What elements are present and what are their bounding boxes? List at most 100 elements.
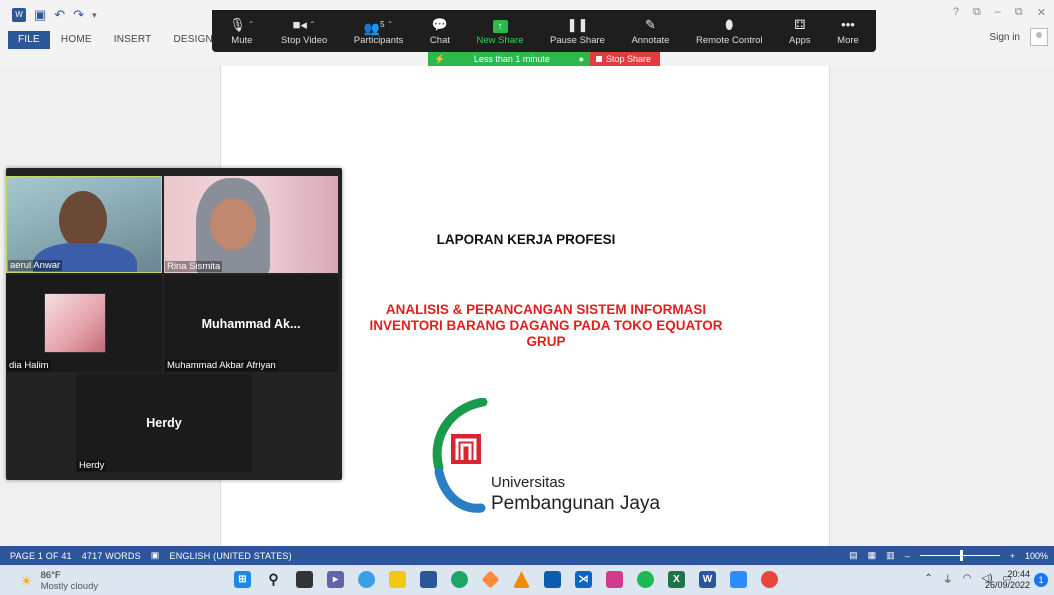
search-icon[interactable]: ⚲	[265, 571, 282, 588]
help-icon[interactable]: ?	[953, 6, 959, 19]
zoom-level[interactable]: 100%	[1025, 551, 1048, 561]
participant-video	[59, 191, 107, 249]
chat-button[interactable]: 💬 Chat	[417, 10, 464, 52]
more-dots-icon: •••	[841, 17, 855, 32]
participant-profile-photo	[44, 293, 106, 353]
window-controls: ? ⧉ – ⧉ ✕	[953, 6, 1046, 19]
redo-icon[interactable]: ↷	[73, 8, 84, 22]
word-logo-icon: W	[12, 8, 26, 22]
participants-button[interactable]: 👥5 ⌃ Participants	[341, 10, 417, 52]
excel-icon[interactable]: X	[668, 571, 685, 588]
notification-badge[interactable]: 1	[1034, 573, 1048, 587]
weather-icon: ☀	[20, 572, 33, 589]
weather-condition: Mostly cloudy	[40, 581, 99, 592]
restore-icon[interactable]: ⧉	[1015, 6, 1023, 19]
participant-name: Herdy	[77, 460, 107, 471]
microphone-icon: 🎙 ⌃	[229, 17, 255, 32]
file-explorer-icon[interactable]	[389, 571, 406, 588]
share-status-bar: ⚡ Less than 1 minute ● Stop Share	[428, 52, 660, 66]
print-layout-icon[interactable]: ▦	[868, 550, 877, 561]
chevron-up-icon[interactable]: ⌃	[924, 573, 932, 584]
system-clock[interactable]: 20:44 26/09/2022	[985, 569, 1030, 591]
word-icon[interactable]: W	[699, 571, 716, 588]
participants-icon: 👥5 ⌃	[363, 20, 394, 36]
task-view-icon[interactable]	[296, 571, 313, 588]
store-icon[interactable]	[420, 571, 437, 588]
video-camera-icon: ■◂ ⌃	[292, 17, 316, 32]
pause-share-button[interactable]: ❚❚ Pause Share	[537, 10, 618, 52]
participant-name: Rina Sismita	[165, 261, 223, 272]
university-name-line2: Pembangunan Jaya	[491, 493, 661, 514]
apps-button[interactable]: ⚃ Apps	[776, 10, 824, 52]
participant-tile[interactable]: Rina Sismita	[164, 176, 338, 273]
weather-widget[interactable]: ☀ 86°F Mostly cloudy	[20, 570, 98, 592]
signal-icon: ⚡	[434, 53, 446, 64]
chat-icon: 💬	[431, 17, 449, 32]
participant-display-name: Herdy	[146, 416, 182, 430]
vscode-icon[interactable]: ⋊	[575, 571, 592, 588]
mute-button[interactable]: 🎙 ⌃ Mute	[216, 10, 268, 52]
page-count[interactable]: PAGE 1 OF 41	[10, 551, 72, 561]
zoom-meeting-toolbar: 🎙 ⌃ Mute ■◂ ⌃ Stop Video 👥5 ⌃ Participants …	[212, 10, 876, 52]
tab-home[interactable]: HOME	[50, 31, 103, 49]
stop-icon	[596, 56, 602, 62]
chrome-icon[interactable]	[761, 571, 778, 588]
mail-icon[interactable]	[544, 571, 561, 588]
zoom-slider[interactable]	[919, 550, 1000, 561]
participant-name: dia Halim	[7, 360, 51, 371]
word-count[interactable]: 4717 WORDS	[82, 551, 141, 561]
zoom-icon[interactable]	[730, 571, 747, 588]
teams-chat-icon[interactable]: ▸	[327, 571, 344, 588]
app-icon-diamond[interactable]	[481, 570, 500, 589]
spotify-icon[interactable]	[637, 571, 654, 588]
participant-tile[interactable]: aerul Anwar	[6, 176, 162, 273]
stop-video-button[interactable]: ■◂ ⌃ Stop Video	[268, 10, 341, 52]
tab-file[interactable]: FILE	[8, 31, 50, 49]
participant-name: aerul Anwar	[8, 260, 63, 271]
close-icon[interactable]: ✕	[1037, 6, 1046, 19]
word-status-bar: PAGE 1 OF 41 4717 WORDS ▣ ENGLISH (UNITE…	[0, 546, 1054, 565]
participant-tile[interactable]: dia Halim	[6, 275, 162, 372]
more-button[interactable]: ••• More	[824, 10, 872, 52]
video-gallery[interactable]: aerul Anwar Rina Sismita dia Halim Muham…	[6, 168, 342, 480]
widgets-icon[interactable]	[358, 571, 375, 588]
read-mode-icon[interactable]: ▤	[849, 550, 858, 561]
wifi-icon[interactable]: ◠	[963, 573, 972, 584]
ribbon-tabs: FILE HOME INSERT DESIGN	[8, 31, 224, 49]
participant-tile[interactable]: Muhammad Ak... Muhammad Akbar Afriyan	[164, 275, 338, 372]
quick-access-toolbar: W ▣ ↶ ↷ ▾	[12, 8, 97, 22]
save-icon[interactable]: ▣	[34, 8, 46, 22]
language-indicator[interactable]: ENGLISH (UNITED STATES)	[170, 551, 292, 561]
taskbar-apps: ⊞ ⚲ ▸ ⋊ X W	[234, 570, 778, 589]
ribbon-display-icon[interactable]: ⧉	[973, 6, 981, 19]
annotate-button[interactable]: ✎ Annotate	[618, 10, 683, 52]
app-icon-pink[interactable]	[606, 571, 623, 588]
stop-share-button[interactable]: Stop Share	[590, 52, 660, 66]
apps-icon: ⚃	[794, 17, 806, 32]
pause-icon: ❚❚	[566, 17, 589, 32]
share-duration: ⚡ Less than 1 minute ●	[428, 52, 590, 66]
minimize-icon[interactable]: –	[995, 6, 1001, 19]
customize-qat-icon[interactable]: ▾	[92, 8, 97, 22]
sign-in-link[interactable]: Sign in	[989, 32, 1020, 43]
user-avatar-icon[interactable]	[1030, 28, 1048, 46]
proofing-icon[interactable]: ▣	[151, 550, 160, 561]
zoom-in-icon[interactable]: +	[1010, 551, 1015, 561]
windows-taskbar: ☀ 86°F Mostly cloudy ⊞ ⚲ ▸ ⋊ X W ⌃ ⏚ ◠ ◁…	[0, 565, 1054, 595]
undo-icon[interactable]: ↶	[54, 8, 65, 22]
vlc-icon[interactable]	[513, 571, 530, 588]
edge-icon[interactable]	[451, 571, 468, 588]
shield-icon: ●	[578, 54, 584, 64]
remote-control-button[interactable]: ⬮ Remote Control	[683, 10, 776, 52]
share-screen-icon: ↑	[492, 20, 508, 33]
web-layout-icon[interactable]: ▥	[886, 550, 895, 561]
zoom-out-icon[interactable]: –	[905, 551, 910, 561]
microphone-tray-icon[interactable]: ⏚	[943, 571, 953, 586]
view-controls: ▤ ▦ ▥ – + 100%	[849, 546, 1048, 565]
participant-tile[interactable]: Herdy Herdy	[76, 374, 252, 472]
start-icon[interactable]: ⊞	[234, 571, 251, 588]
pen-icon: ✎	[645, 17, 656, 32]
tab-insert[interactable]: INSERT	[103, 31, 163, 49]
new-share-button[interactable]: ↑ New Share	[463, 10, 537, 52]
university-name-line1: Universitas	[491, 474, 566, 491]
